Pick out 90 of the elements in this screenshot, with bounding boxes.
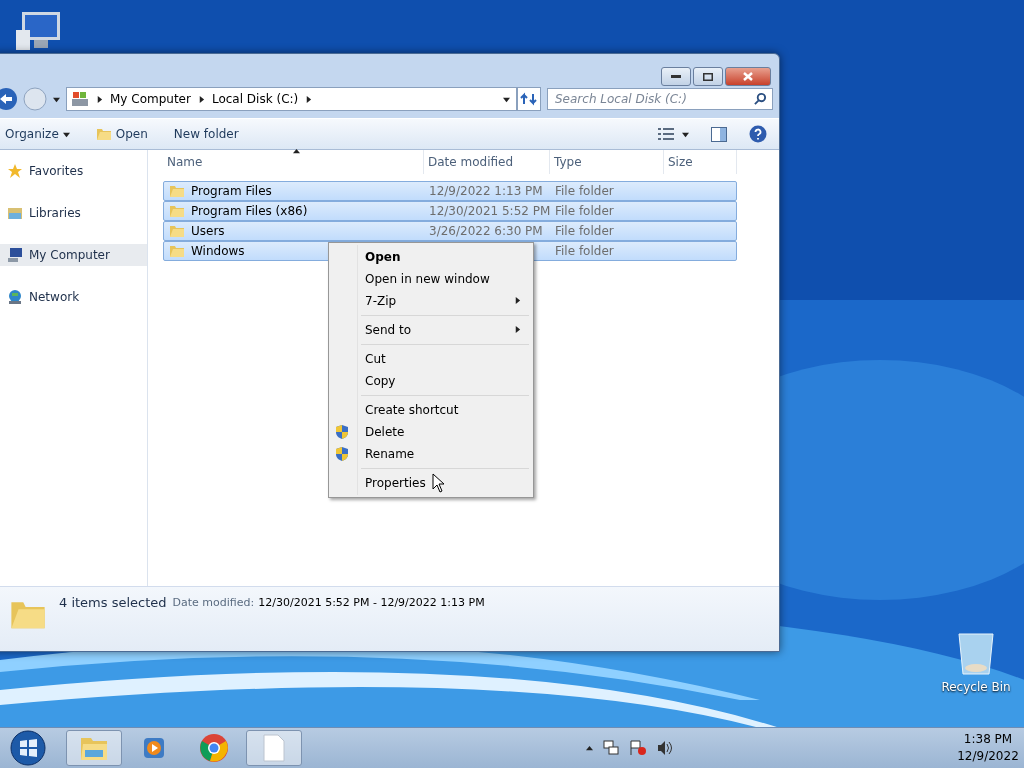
sidebar-item[interactable]: Libraries: [0, 202, 147, 224]
close-button[interactable]: [725, 67, 771, 86]
recycle-bin-icon: [957, 630, 995, 676]
menu-item[interactable]: Create shortcut: [361, 399, 531, 421]
mouse-cursor-icon: [432, 473, 446, 493]
preview-pane-icon[interactable]: [711, 126, 727, 142]
sidebar-label: Network: [29, 290, 80, 304]
library-icon: [7, 205, 23, 221]
computer-icon: [7, 247, 23, 263]
breadcrumb[interactable]: Local Disk (C:): [211, 92, 299, 106]
breadcrumb[interactable]: My Computer: [110, 92, 191, 106]
column-header[interactable]: Size: [664, 150, 737, 174]
volume-icon[interactable]: [656, 740, 673, 756]
network-icon: [7, 289, 23, 305]
file-name: Users: [191, 224, 225, 238]
drive-icon: [71, 91, 89, 107]
view-caret-icon: [682, 130, 689, 138]
document-icon: [262, 734, 286, 762]
sidebar-item[interactable]: Network: [0, 286, 147, 308]
column-header[interactable]: Date modified: [424, 150, 550, 174]
media-player-icon: [141, 735, 167, 761]
menu-item[interactable]: Open: [361, 246, 531, 268]
menu-item[interactable]: Send to: [361, 319, 531, 341]
dropdown-caret-icon: [503, 95, 510, 103]
toolbar-button[interactable]: Open: [95, 126, 148, 142]
toolbar-button[interactable]: New folder: [173, 127, 239, 141]
table-cell-text: File folder: [554, 244, 615, 258]
detail-value: 12/30/2021 5:52 PM - 12/9/2022 1:13 PM: [258, 596, 485, 609]
menu-item[interactable]: Open in new window: [361, 268, 531, 290]
column-header[interactable]: Name: [163, 150, 424, 174]
minimize-button[interactable]: [661, 67, 691, 86]
network-icon[interactable]: [602, 740, 619, 756]
file-name: Program Files (x86): [191, 204, 308, 218]
table-cell-text: File folder: [554, 184, 615, 198]
clock-date: 12/9/2022: [956, 748, 1020, 765]
chevron-icon: [305, 95, 313, 103]
search-field[interactable]: Search Local Disk (C:): [547, 88, 773, 110]
menu-item[interactable]: 7-Zip: [361, 290, 531, 312]
sidebar-item[interactable]: Favorites: [0, 160, 147, 182]
open-folder-icon: [95, 126, 112, 142]
menu-item[interactable]: Properties: [361, 472, 531, 494]
start-button[interactable]: [8, 729, 48, 767]
sidebar-label: Libraries: [29, 206, 81, 220]
clock[interactable]: 1:38 PM 12/9/2022: [952, 731, 1024, 765]
view-options-icon[interactable]: [658, 128, 674, 140]
close-icon: [743, 72, 753, 81]
menu-item[interactable]: Delete: [361, 421, 531, 443]
star-icon: [7, 163, 23, 179]
help-icon[interactable]: [749, 125, 767, 143]
table-cell-text: File folder: [554, 204, 615, 218]
menu-item[interactable]: Copy: [361, 370, 531, 392]
menu-item[interactable]: Rename: [361, 443, 531, 465]
maximize-button[interactable]: [693, 67, 723, 86]
folder-icon: [169, 183, 185, 199]
file-name: Windows: [191, 244, 245, 258]
address-bar[interactable]: My Computer Local Disk (C:): [66, 87, 517, 111]
refresh-button[interactable]: [517, 87, 541, 111]
folder-icon: [169, 203, 185, 219]
file-row[interactable]: Program Files (x86) 12/30/2021 5:52 PM File folder: [163, 201, 737, 221]
table-cell-text: 3/26/2022 6:30 PM: [428, 224, 544, 238]
table-cell-text: 12/9/2022 1:13 PM: [428, 184, 544, 198]
sidebar-item[interactable]: My Computer: [0, 244, 147, 266]
selection-count: 4 items selected: [59, 595, 167, 610]
clock-time: 1:38 PM: [962, 731, 1014, 748]
sidebar-label: My Computer: [29, 248, 110, 262]
chevron-icon: [96, 95, 103, 103]
computer-icon: [16, 10, 62, 52]
file-name: Program Files: [191, 184, 272, 198]
sidebar-label: Favorites: [29, 164, 84, 178]
file-row[interactable]: Program Files 12/9/2022 1:13 PM File folder: [163, 181, 737, 201]
show-hidden-icons-icon: [585, 744, 593, 752]
caret-icon: [62, 130, 70, 138]
file-row[interactable]: Users 3/26/2022 6:30 PM File folder: [163, 221, 737, 241]
chevron-icon: [197, 95, 205, 103]
browser-icon: [199, 733, 229, 763]
maximize-icon: [703, 72, 713, 81]
history-caret-icon: [53, 95, 60, 103]
column-header[interactable]: Type: [550, 150, 664, 174]
table-cell-text: File folder: [554, 224, 615, 238]
flag-icon[interactable]: [628, 740, 647, 756]
detail-label: Date modified:: [172, 596, 255, 609]
search-icon: [754, 92, 767, 105]
folder-icon: [169, 223, 185, 239]
taskbar-button[interactable]: [246, 730, 302, 766]
menu-item[interactable]: Cut: [361, 348, 531, 370]
folder-icon: [169, 243, 185, 259]
back-button[interactable]: [0, 87, 17, 111]
table-cell-text: 12/30/2021 5:52 PM: [428, 204, 551, 218]
toolbar-button[interactable]: Organize: [5, 127, 70, 141]
minimize-icon: [671, 74, 681, 79]
